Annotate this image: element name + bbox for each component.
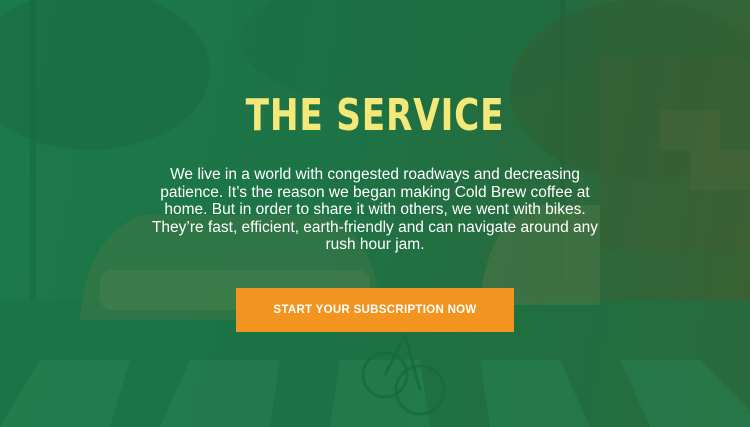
hero-content: THE SERVICE We live in a world with cong… xyxy=(0,0,750,427)
start-subscription-button[interactable]: START YOUR SUBSCRIPTION NOW xyxy=(236,288,514,332)
section-title: THE SERVICE xyxy=(245,90,505,141)
service-hero: THE SERVICE We live in a world with cong… xyxy=(0,0,750,427)
service-description: We live in a world with congested roadwa… xyxy=(151,166,599,253)
